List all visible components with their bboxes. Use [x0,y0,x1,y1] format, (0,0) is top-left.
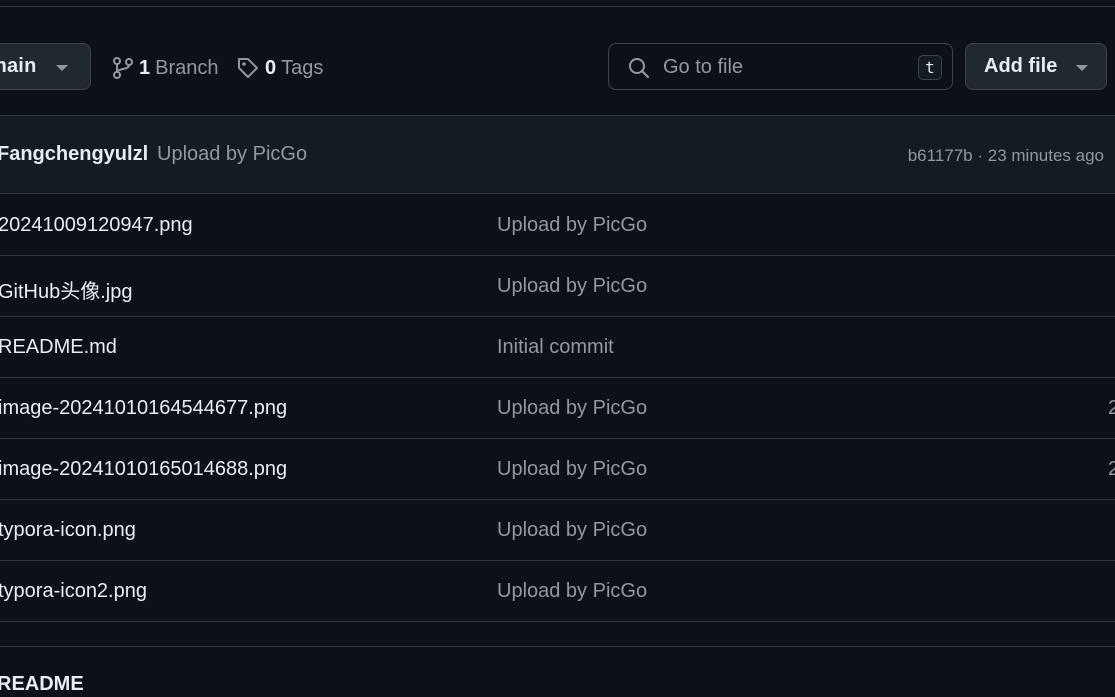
branches-link[interactable]: 1 Branch [112,54,219,82]
file-list: 20241009120947.png Upload by PicGo GitHu… [0,195,1115,622]
file-commit-message-link[interactable]: Upload by PicGo [497,458,647,481]
file-commit-message-link[interactable]: Upload by PicGo [497,580,647,603]
table-row[interactable]: typora-icon.png Upload by PicGo [0,500,1115,561]
keyboard-shortcut: t [918,55,942,80]
chevron-down-icon [56,65,68,71]
latest-commit-bar: Fangchengyulzl Upload by PicGo b61177b ·… [0,115,1115,194]
search-icon [628,57,650,84]
table-row[interactable]: typora-icon2.png Upload by PicGo [0,561,1115,622]
git-branch-icon [112,56,134,80]
file-commit-message-link[interactable]: Upload by PicGo [497,519,647,542]
file-commit-message-link[interactable]: Upload by PicGo [497,275,647,298]
commit-author-link[interactable]: Fangchengyulzl [0,143,148,166]
tag-icon [236,56,260,80]
tag-count: 0 [265,56,277,79]
file-commit-message-link[interactable]: Upload by PicGo [497,214,647,237]
file-name-link[interactable]: typora-icon2.png [0,580,147,603]
readme-title[interactable]: README [0,673,84,696]
branch-text: Branch [155,56,219,79]
chevron-down-icon [1076,65,1088,71]
table-row[interactable]: image-20241010165014688.png Upload by Pi… [0,439,1115,500]
table-row[interactable]: image-20241010164544677.png Upload by Pi… [0,378,1115,439]
file-age: 2 [1108,458,1115,480]
file-name-link[interactable]: image-20241010164544677.png [0,397,287,420]
branch-select-label: main [0,55,37,77]
commit-hash-and-time[interactable]: b61177b · 23 minutes ago [908,146,1104,166]
file-name-link[interactable]: image-20241010165014688.png [0,458,287,481]
top-divider [0,6,1115,7]
commit-message-link[interactable]: Upload by PicGo [157,143,307,166]
table-row[interactable]: 20241009120947.png Upload by PicGo [0,195,1115,256]
search-input[interactable] [663,52,903,82]
branch-select-button[interactable]: main [0,43,91,90]
file-commit-message-link[interactable]: Initial commit [497,336,614,359]
tags-link[interactable]: 0 Tags [236,54,323,82]
readme-panel: README [0,646,1115,697]
file-name-link[interactable]: README.md [0,336,117,359]
file-name-link[interactable]: GitHub头像.jpg [0,275,133,304]
file-name-link[interactable]: typora-icon.png [0,519,136,542]
table-row[interactable]: GitHub头像.jpg Upload by PicGo [0,256,1115,317]
file-name-link[interactable]: 20241009120947.png [0,214,193,237]
file-age: 2 [1108,397,1115,419]
repository-file-browser: main 1 Branch 0 Tags [0,0,1115,697]
branch-count: 1 [139,56,151,79]
tag-text: Tags [281,56,324,79]
table-row[interactable]: README.md Initial commit [0,317,1115,378]
file-commit-message-link[interactable]: Upload by PicGo [497,397,647,420]
add-file-label: Add file [984,55,1058,77]
go-to-file-search[interactable]: t [608,43,953,90]
add-file-button[interactable]: Add file [965,43,1107,90]
